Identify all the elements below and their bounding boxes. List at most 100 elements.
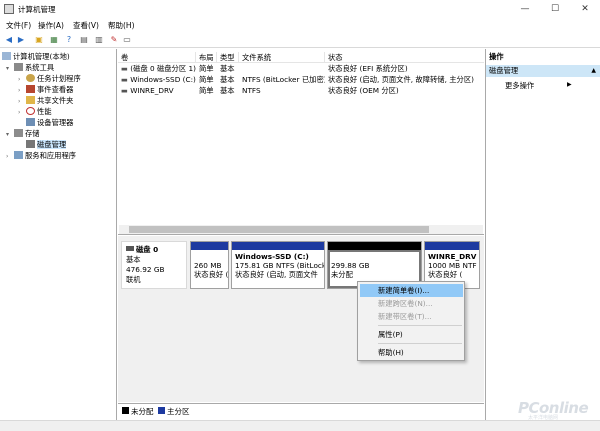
- back-icon[interactable]: ◀: [3, 34, 15, 45]
- tools-icon: [14, 63, 23, 71]
- performance-icon: [26, 107, 35, 115]
- layout-cell: 简单: [199, 86, 214, 95]
- volume-name-cell: ▬ WINRE_DRV: [121, 86, 174, 95]
- menu-separator: [378, 343, 462, 344]
- volume-name-cell: ▬ Windows-SSD (C:): [121, 75, 196, 84]
- folder-icon: [26, 96, 35, 104]
- column-filesystem[interactable]: 文件系统: [239, 52, 325, 63]
- menu-help[interactable]: 帮助(H): [360, 346, 463, 359]
- close-button[interactable]: ✕: [570, 0, 600, 18]
- column-volume[interactable]: 卷: [118, 52, 196, 63]
- menu-file[interactable]: 文件(F): [6, 20, 31, 31]
- column-type[interactable]: 类型: [217, 52, 239, 63]
- services-icon: [14, 151, 23, 159]
- partition-label: [331, 252, 418, 261]
- chevron-right-icon[interactable]: ›: [6, 151, 14, 162]
- scrollbar-thumb[interactable]: [129, 226, 429, 233]
- folder-up-icon[interactable]: ▣: [33, 34, 45, 45]
- status-cell: 状态良好 (启动, 页面文件, 故障转储, 主分区): [328, 75, 474, 84]
- partition-status: 状态良好 (启动, 页面文件: [235, 270, 318, 279]
- menu-new-striped-volume[interactable]: 新建带区卷(T)...: [360, 310, 463, 323]
- tree-item-performance[interactable]: › 性能: [2, 106, 116, 117]
- partition-size: 299.88 GB: [331, 261, 370, 270]
- minimize-button[interactable]: —: [510, 0, 540, 18]
- volume-icon: ▬: [121, 64, 131, 73]
- forward-icon[interactable]: ▶: [15, 34, 27, 45]
- disk-type: 基本: [126, 255, 141, 264]
- menu-new-simple-volume[interactable]: 新建简单卷(I)...: [360, 284, 463, 297]
- disk-name: 磁盘 0: [136, 245, 159, 254]
- partition-windows[interactable]: Windows-SSD (C:) 175.81 GB NTFS (BitLock…: [231, 241, 325, 289]
- status-cell: 状态良好 (EFI 系统分区): [328, 64, 408, 73]
- partition-size: 260 MB: [194, 261, 222, 270]
- collapse-arrow-icon[interactable]: ▲: [591, 65, 596, 77]
- chevron-down-icon[interactable]: ▾: [6, 129, 14, 140]
- tree-item-services[interactable]: › 服务和应用程序: [2, 150, 116, 161]
- menu-view[interactable]: 查看(V): [73, 20, 99, 31]
- disk-icon: [26, 140, 35, 148]
- partition-efi[interactable]: 260 MB 状态良好 (: [190, 241, 229, 289]
- partition-status: 未分配: [331, 270, 353, 279]
- export-icon[interactable]: ✎: [108, 34, 120, 45]
- menu-help[interactable]: 帮助(H): [108, 20, 135, 31]
- unallocated-swatch: [122, 407, 129, 414]
- tree-item-shared-folders[interactable]: › 共享文件夹: [2, 95, 116, 106]
- volume-list-header: 卷 布局 类型 文件系统 状态: [118, 52, 484, 63]
- computer-icon: [2, 52, 11, 60]
- device-icon: [26, 118, 35, 126]
- layout-cell: 简单: [199, 75, 214, 84]
- horizontal-scrollbar[interactable]: [119, 225, 483, 234]
- menu-action[interactable]: 操作(A): [38, 20, 64, 31]
- filesystem-cell: [239, 63, 325, 74]
- actions-disk-management[interactable]: 磁盘管理 ▲: [486, 65, 600, 77]
- status-cell: 状态良好 (OEM 分区): [328, 86, 399, 95]
- disk-0-info[interactable]: 磁盘 0 基本 476.92 GB 联机: [121, 241, 187, 289]
- computer-management-icon: [4, 4, 14, 14]
- title-bar: 计算机管理 — ☐ ✕: [0, 0, 600, 18]
- tree-item-task-scheduler[interactable]: › 任务计划程序: [2, 73, 116, 84]
- primary-partition-bar: [191, 242, 228, 250]
- tree-item-disk-management[interactable]: 磁盘管理: [2, 139, 116, 150]
- filesystem-cell: NTFS: [242, 86, 261, 95]
- clock-icon: [26, 74, 35, 82]
- tree-item-root[interactable]: 计算机管理(本地): [2, 51, 116, 62]
- partition-label: Windows-SSD (C:): [235, 252, 309, 261]
- properties-icon[interactable]: ▦: [48, 34, 60, 45]
- more-actions-link[interactable]: 更多操作 ▶: [505, 81, 572, 91]
- watermark-sub: 太平洋电脑网: [528, 415, 559, 421]
- chevron-right-icon[interactable]: ›: [18, 107, 26, 118]
- menu-new-spanned-volume[interactable]: 新建跨区卷(N)...: [360, 297, 463, 310]
- list-icon[interactable]: ▤: [78, 34, 90, 45]
- primary-partition-bar: [425, 242, 479, 250]
- column-status[interactable]: 状态: [325, 52, 484, 63]
- help-icon[interactable]: ?: [63, 34, 75, 45]
- chevron-down-icon[interactable]: ▾: [6, 63, 14, 74]
- view-icon[interactable]: ▭: [121, 34, 133, 45]
- volume-name-cell: ▬ (磁盘 0 磁盘分区 1): [121, 64, 196, 73]
- tree-item-event-viewer[interactable]: › 事件查看器: [2, 84, 116, 95]
- table-row[interactable]: ▬ WINRE_DRV 简单 基本 NTFS 状态良好 (OEM 分区): [118, 85, 484, 96]
- filesystem-cell: NTFS (BitLocker 已加密): [242, 75, 325, 84]
- window-title: 计算机管理: [18, 5, 56, 14]
- actions-header: 操作: [489, 52, 504, 61]
- volume-list: 卷 布局 类型 文件系统 状态 ▬ (磁盘 0 磁盘分区 1) 简单 基本 状态…: [118, 49, 484, 235]
- tree-item-device-manager[interactable]: 设备管理器: [2, 117, 116, 128]
- partition-size: 175.81 GB NTFS (BitLocke: [235, 261, 325, 270]
- column-layout[interactable]: 布局: [196, 52, 217, 63]
- tree-item-storage[interactable]: ▾ 存储: [2, 128, 116, 139]
- expand-arrow-icon[interactable]: ▶: [567, 81, 572, 88]
- primary-swatch: [158, 407, 165, 414]
- table-row[interactable]: ▬ (磁盘 0 磁盘分区 1) 简单 基本 状态良好 (EFI 系统分区): [118, 63, 484, 74]
- type-cell: 基本: [220, 86, 235, 95]
- tree-item-system-tools[interactable]: ▾ 系统工具: [2, 62, 116, 73]
- type-cell: 基本: [220, 75, 235, 84]
- type-cell: 基本: [220, 64, 235, 73]
- partition-size: 1000 MB NTF: [428, 261, 477, 270]
- primary-partition-bar: [232, 242, 324, 250]
- menu-properties[interactable]: 属性(P): [360, 328, 463, 341]
- menu-bar: 文件(F) 操作(A) 查看(V) 帮助(H): [0, 18, 600, 32]
- console-icon[interactable]: ▥: [93, 34, 105, 45]
- legend: 未分配 主分区: [118, 403, 484, 416]
- maximize-button[interactable]: ☐: [540, 0, 570, 18]
- table-row[interactable]: ▬ Windows-SSD (C:) 简单 基本 NTFS (BitLocker…: [118, 74, 484, 85]
